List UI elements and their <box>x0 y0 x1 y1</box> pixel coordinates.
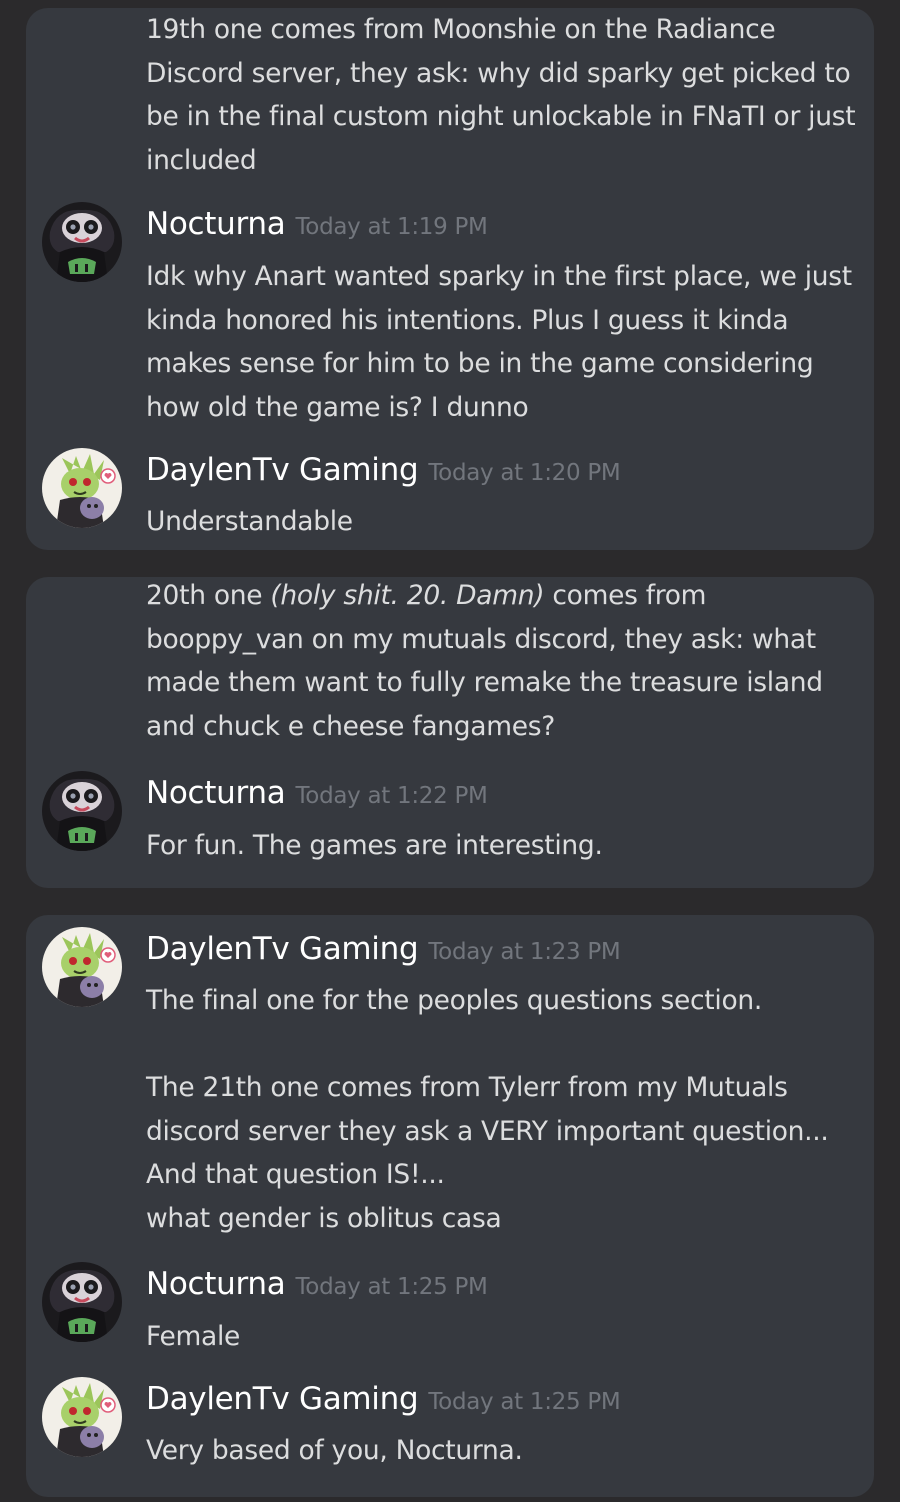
username[interactable]: DaylenTv Gaming <box>146 931 419 967</box>
daylen-avatar-icon[interactable] <box>42 448 122 528</box>
message-group-3: DaylenTv Gaming Today at 1:23 PM The fina… <box>26 915 874 1497</box>
message-header: DaylenTv Gaming Today at 1:25 PM <box>146 1381 621 1417</box>
timestamp: Today at 1:20 PM <box>428 460 621 486</box>
timestamp: Today at 1:23 PM <box>428 939 621 965</box>
message-header: DaylenTv Gaming Today at 1:23 PM <box>146 931 621 967</box>
timestamp: Today at 1:19 PM <box>295 214 488 240</box>
daylen-avatar-icon[interactable] <box>42 927 122 1007</box>
timestamp: Today at 1:25 PM <box>295 1274 488 1300</box>
message-text-part: 20th one <box>146 580 271 611</box>
username[interactable]: DaylenTv Gaming <box>146 452 419 488</box>
nocturna-avatar-icon[interactable] <box>42 771 122 851</box>
username[interactable]: Nocturna <box>146 775 286 811</box>
message-text: Female <box>146 1321 241 1352</box>
nocturna-avatar-icon[interactable] <box>42 202 122 282</box>
nocturna-avatar-icon[interactable] <box>42 1262 122 1342</box>
timestamp: Today at 1:22 PM <box>295 783 488 809</box>
message-italic-part: (holy shit. 20. Damn) <box>270 580 545 611</box>
message-header: Nocturna Today at 1:19 PM <box>146 206 488 242</box>
message-group-1: 19th one comes from Moonshie on the Radi… <box>26 8 874 550</box>
message-text: Understandable <box>146 506 353 537</box>
message-text: Idk why Anart wanted sparky in the first… <box>146 261 860 423</box>
message-text: 19th one comes from Moonshie on the Radi… <box>146 14 864 176</box>
message-header: Nocturna Today at 1:25 PM <box>146 1266 488 1302</box>
message-header: DaylenTv Gaming Today at 1:20 PM <box>146 452 621 488</box>
message-text: 20th one (holy shit. 20. Damn) comes fro… <box>146 574 866 748</box>
message-text: The final one for the peoples questions … <box>146 985 829 1234</box>
daylen-avatar-icon[interactable] <box>42 1377 122 1457</box>
message-text: For fun. The games are interesting. <box>146 830 603 861</box>
username[interactable]: DaylenTv Gaming <box>146 1381 419 1417</box>
message-header: Nocturna Today at 1:22 PM <box>146 775 488 811</box>
message-text: Very based of you, Nocturna. <box>146 1435 523 1466</box>
timestamp: Today at 1:25 PM <box>428 1389 621 1415</box>
username[interactable]: Nocturna <box>146 1266 286 1302</box>
username[interactable]: Nocturna <box>146 206 286 242</box>
message-group-2: 20th one (holy shit. 20. Damn) comes fro… <box>26 577 874 888</box>
